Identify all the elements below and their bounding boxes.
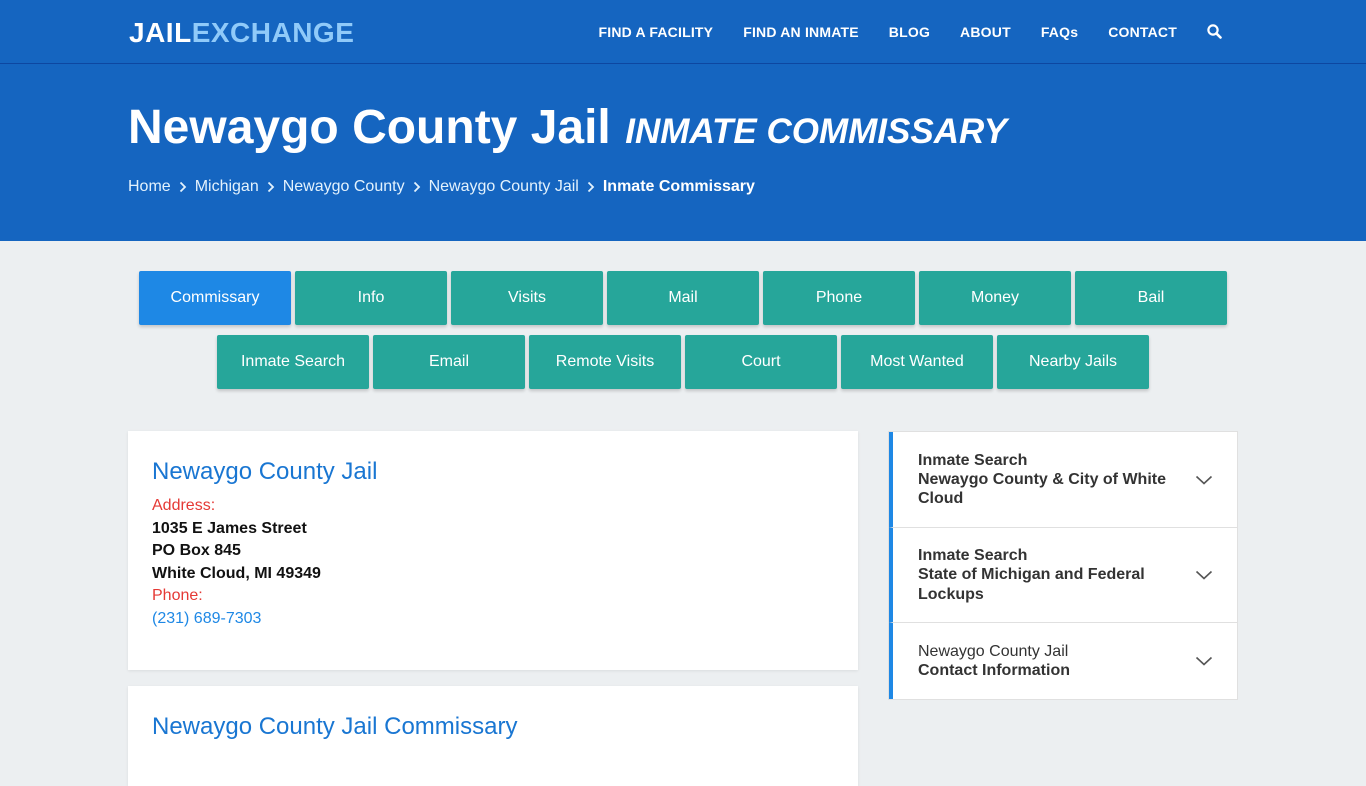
facility-info: Address: 1035 E James Street PO Box 845 … xyxy=(152,495,321,630)
commissary-title: Newaygo County Jail Commissary xyxy=(152,713,518,740)
breadcrumb-michigan[interactable]: Michigan xyxy=(195,178,259,196)
nav-find-facility[interactable]: FIND A FACILITY xyxy=(598,24,713,40)
logo-part-exchange: EXCHANGE xyxy=(191,17,355,48)
breadcrumb-current: Inmate Commissary xyxy=(602,178,755,195)
accordion-item-contact-info[interactable]: Newaygo County Jail Contact Information xyxy=(889,623,1237,699)
accordion-item-subheading: Newaygo County & City of White Cloud xyxy=(918,470,1166,508)
address-line-3: White Cloud, MI 49349 xyxy=(152,564,321,582)
tabs-row-2: Inmate Search Email Remote Visits Court … xyxy=(0,335,1366,389)
page-title-subtitle: INMATE COMMISSARY xyxy=(625,112,1007,151)
tab-remote-visits[interactable]: Remote Visits xyxy=(529,335,681,389)
nav-faqs[interactable]: FAQs xyxy=(1041,24,1078,40)
page-title: Newaygo County Jail INMATE COMMISSARY xyxy=(128,100,1007,155)
accordion-item-heading: Inmate Search xyxy=(918,451,1028,469)
tab-commissary[interactable]: Commissary xyxy=(139,271,291,325)
top-navbar: JAILEXCHANGE FIND A FACILITY FIND AN INM… xyxy=(0,0,1366,64)
nav-find-inmate[interactable]: FIND AN INMATE xyxy=(743,24,859,40)
phone-link[interactable]: (231) 689-7303 xyxy=(152,608,321,631)
tab-email[interactable]: Email xyxy=(373,335,525,389)
sidebar-accordion: Inmate Search Newaygo County & City of W… xyxy=(888,431,1238,700)
chevron-right-icon xyxy=(267,181,275,193)
phone-label: Phone: xyxy=(152,587,203,604)
nav-contact[interactable]: CONTACT xyxy=(1108,24,1177,40)
tab-mail[interactable]: Mail xyxy=(607,271,759,325)
facility-title: Newaygo County Jail xyxy=(152,458,378,485)
chevron-right-icon xyxy=(179,181,187,193)
accordion-item-heading: Inmate Search xyxy=(918,547,1028,564)
tab-inmate-search[interactable]: Inmate Search xyxy=(217,335,369,389)
tabs-row-1: Commissary Info Visits Mail Phone Money … xyxy=(0,271,1366,325)
tab-bail[interactable]: Bail xyxy=(1075,271,1227,325)
accordion-item-inmate-search-state[interactable]: Inmate Search State of Michigan and Fede… xyxy=(889,528,1237,623)
address-line-2: PO Box 845 xyxy=(152,542,241,559)
chevron-down-icon xyxy=(1195,656,1213,666)
search-icon[interactable] xyxy=(1207,24,1223,40)
logo-part-jail: JAIL xyxy=(129,17,192,48)
site-logo[interactable]: JAILEXCHANGE xyxy=(129,17,354,49)
address-line-1: 1035 E James Street xyxy=(152,519,307,537)
chevron-down-icon xyxy=(1195,570,1213,580)
tab-visits[interactable]: Visits xyxy=(451,271,603,325)
chevron-right-icon xyxy=(587,181,595,193)
breadcrumb-county[interactable]: Newaygo County xyxy=(283,178,405,196)
address-label: Address: xyxy=(152,497,216,514)
nav-links: FIND A FACILITY FIND AN INMATE BLOG ABOU… xyxy=(568,0,1223,64)
accordion-item-subheading: State of Michigan and Federal Lockups xyxy=(918,566,1145,603)
accordion-item-heading: Newaygo County Jail xyxy=(918,642,1069,660)
tab-phone[interactable]: Phone xyxy=(763,271,915,325)
nav-blog[interactable]: BLOG xyxy=(889,24,930,40)
tab-court[interactable]: Court xyxy=(685,335,837,389)
chevron-right-icon xyxy=(413,181,421,193)
breadcrumb-home[interactable]: Home xyxy=(128,178,171,196)
commissary-card: Newaygo County Jail Commissary xyxy=(128,686,858,786)
breadcrumb-jail[interactable]: Newaygo County Jail xyxy=(429,178,579,196)
facility-card: Newaygo County Jail Address: 1035 E Jame… xyxy=(128,431,858,670)
breadcrumb: Home Michigan Newaygo County Newaygo Cou… xyxy=(128,178,755,196)
tab-money[interactable]: Money xyxy=(919,271,1071,325)
hero-banner: Newaygo County Jail INMATE COMMISSARY Ho… xyxy=(0,64,1366,241)
nav-about[interactable]: ABOUT xyxy=(960,24,1011,40)
accordion-item-inmate-search-county[interactable]: Inmate Search Newaygo County & City of W… xyxy=(889,432,1237,528)
tab-nearby-jails[interactable]: Nearby Jails xyxy=(997,335,1149,389)
page-title-main: Newaygo County Jail xyxy=(128,101,611,154)
tab-most-wanted[interactable]: Most Wanted xyxy=(841,335,993,389)
accordion-item-subheading: Contact Information xyxy=(918,661,1070,679)
chevron-down-icon xyxy=(1195,475,1213,485)
tab-info[interactable]: Info xyxy=(295,271,447,325)
